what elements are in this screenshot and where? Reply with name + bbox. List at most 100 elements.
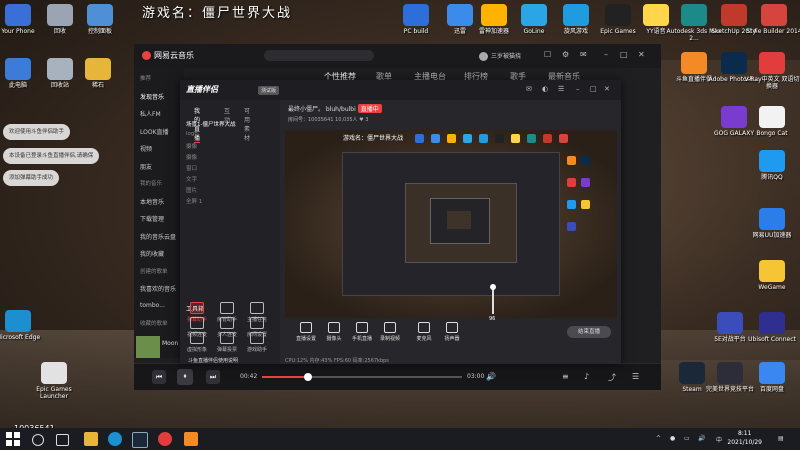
netease-logo[interactable]: 网易云音乐 [142,50,194,61]
desktop-left-icon-2[interactable]: 稀石 [68,58,128,89]
desktop-bl-icon-0[interactable]: Microsoft Edge [0,310,48,341]
minimize-icon[interactable]: – [576,85,580,93]
sidebar-item[interactable]: 朋友 [140,162,152,171]
notification-2[interactable]: 本设备已登录斗鱼直播伴侣,请确保 [3,148,100,164]
desktop-right-icon-7[interactable]: WeGame [742,260,800,291]
message-icon[interactable]: ✉ [526,85,532,93]
scene-source-item[interactable]: 图片 [186,186,197,194]
sidebar-item[interactable]: 私人FM [140,109,161,118]
scene-source-item[interactable]: 摄像 [186,153,197,161]
usage-notice[interactable]: 斗鱼直播伴侣使用说明 [188,357,238,364]
scene-source-item[interactable]: logo [186,131,198,137]
desktop-right-icon-4[interactable]: Bongo Cat [742,106,800,137]
playlist-icon[interactable]: ☰ [632,372,639,381]
task-view-icon[interactable] [56,434,69,446]
lyrics-icon[interactable]: ♪ [584,372,589,381]
sidebar-section-heading: 我的音乐 [140,181,163,187]
bottom-tool-button[interactable]: 摄像头 [321,322,347,342]
bottom-tool-button[interactable]: 直播设置 [293,322,319,342]
sidebar-item[interactable]: tombo... [140,302,165,309]
pause-button[interactable]: ⏸ [177,369,193,385]
live-status-badge: 直播中 [357,104,382,113]
sidebar-item[interactable]: 发现音乐 [133,88,185,101]
maximize-icon[interactable]: □ [620,50,628,59]
bottom-tool-button[interactable]: 麦克风 [411,322,437,342]
progress-bar[interactable] [262,373,462,381]
preview-desktop-icon [415,134,424,143]
desktop-right-icon-6[interactable]: 网易UU加速器 [742,208,800,239]
sidebar-item[interactable]: 我的音乐云盘 [140,232,176,241]
tool-icon [190,332,204,344]
douyu-icon[interactable] [184,432,198,446]
stream-preview[interactable]: 游戏名：僵尸世界大战 [285,130,617,318]
skin-icon[interactable]: ◐ [542,85,548,93]
explorer-icon[interactable] [84,432,98,446]
clock[interactable]: 8:11 2021/10/29 [727,429,762,447]
desktop-icon-2[interactable]: 控制面板 [70,4,130,35]
close-icon[interactable]: ✕ [604,85,610,93]
input-language[interactable]: 中 [716,435,722,444]
prev-button[interactable]: ⏮ [152,370,166,384]
scene-source-item[interactable]: 窗口 [186,164,197,172]
tool-button[interactable]: 弹幕投票 [214,332,240,353]
notification-icon[interactable]: ▤ [778,435,784,442]
desktop-icon-12[interactable]: Style Builder 2014 [744,4,800,35]
playmode-icon[interactable]: ≡ [562,372,569,381]
start-button[interactable] [6,432,20,446]
now-playing-title[interactable]: Moon [162,340,178,347]
netease-sidebar: 推荐 发现音乐 私人FM LOOK直播 视频 朋友 我的音乐 本地音乐 下载管理 我的音乐云盘 我的… [133,68,185,358]
desktop-bl-icon-1[interactable]: Epic Games Launcher [24,362,84,400]
scene-source-item[interactable]: 全屏 1 [186,197,202,205]
notification-1[interactable]: 欢迎使用斗鱼伴侣助手 [3,124,71,140]
share-icon[interactable]: ⤴ [608,372,616,383]
perf-status: CPU:12% 内存:43% FPS:60 码率:2567kbps [285,358,389,364]
bottom-tool-button[interactable]: 扬声器 [439,322,465,342]
sidebar-item[interactable]: 我喜欢的音乐 [140,284,176,293]
tool-button[interactable]: 游戏助手 [244,332,270,353]
skin-icon[interactable]: ☐ [544,50,551,59]
album-cover[interactable] [136,336,160,358]
tool-button[interactable]: 虚拟形象 [184,332,210,353]
volume-icon[interactable]: 🔊 [486,372,496,381]
desktop-right-icon-2[interactable]: V-Ray中英文 双语切换器 [742,52,800,90]
network-icon[interactable]: ▭ [684,435,690,442]
mail-icon[interactable]: ✉ [580,50,587,59]
desktop-right-icon-5[interactable]: 腾讯QQ [742,150,800,181]
sidebar-item[interactable]: 我的收藏 [140,249,164,258]
volume-tray-icon[interactable]: 🔊 [698,435,705,442]
edge-icon[interactable] [108,432,122,446]
menu-icon[interactable]: ☰ [558,85,564,93]
desktop-right-icon-9-icon [759,312,785,334]
notification-3[interactable]: 添加弹幕助手成功 [3,170,60,186]
search-icon[interactable] [32,434,44,446]
close-icon[interactable]: ✕ [638,50,645,59]
volume-slider[interactable] [490,284,496,314]
sidebar-item[interactable]: LOOK直播 [140,127,169,136]
bottom-tool-icon [418,322,430,333]
bottom-tool-button[interactable]: 录制视频 [377,322,403,342]
sidebar-item[interactable]: 视频 [140,144,152,153]
stream-info: 最终小僵尸。 bluh/bulbi 直播中 [288,104,382,113]
maximize-icon[interactable]: □ [590,85,597,93]
next-button[interactable]: ⏭ [206,370,220,384]
scene-source-item[interactable]: 文字 [186,175,197,183]
bottom-tool-button[interactable]: 手机直播 [349,322,375,342]
preview-desktop-icon [527,134,536,143]
netease-music-icon[interactable] [158,432,172,446]
scene-source-item[interactable]: 摄像 [186,142,197,150]
sidebar-item[interactable]: 本地音乐 [140,197,164,206]
settings-icon[interactable]: ⚙ [562,50,569,59]
netease-user[interactable]: 三岁被猫挠 [479,51,521,61]
tab-materials[interactable]: 可用素材 [244,106,250,142]
live-logo: 直播伴侣 [186,85,218,94]
scene-source-item[interactable]: 场景1-僵尸世界大战 [186,120,236,128]
desktop-right-icon-9[interactable]: Ubisoft Connect [742,312,800,343]
sidebar-item[interactable]: 下载管理 [140,214,164,223]
end-live-button[interactable]: 结束直播 [567,326,611,338]
tray-app-icon[interactable]: ● [670,435,675,442]
netease-search-input[interactable] [264,50,374,61]
minimize-icon[interactable]: – [604,50,608,59]
steam-icon[interactable] [132,432,148,448]
desktop-right-icon-12[interactable]: 百度网盘 [742,362,800,393]
tray-arrow-icon[interactable]: ^ [656,435,661,442]
